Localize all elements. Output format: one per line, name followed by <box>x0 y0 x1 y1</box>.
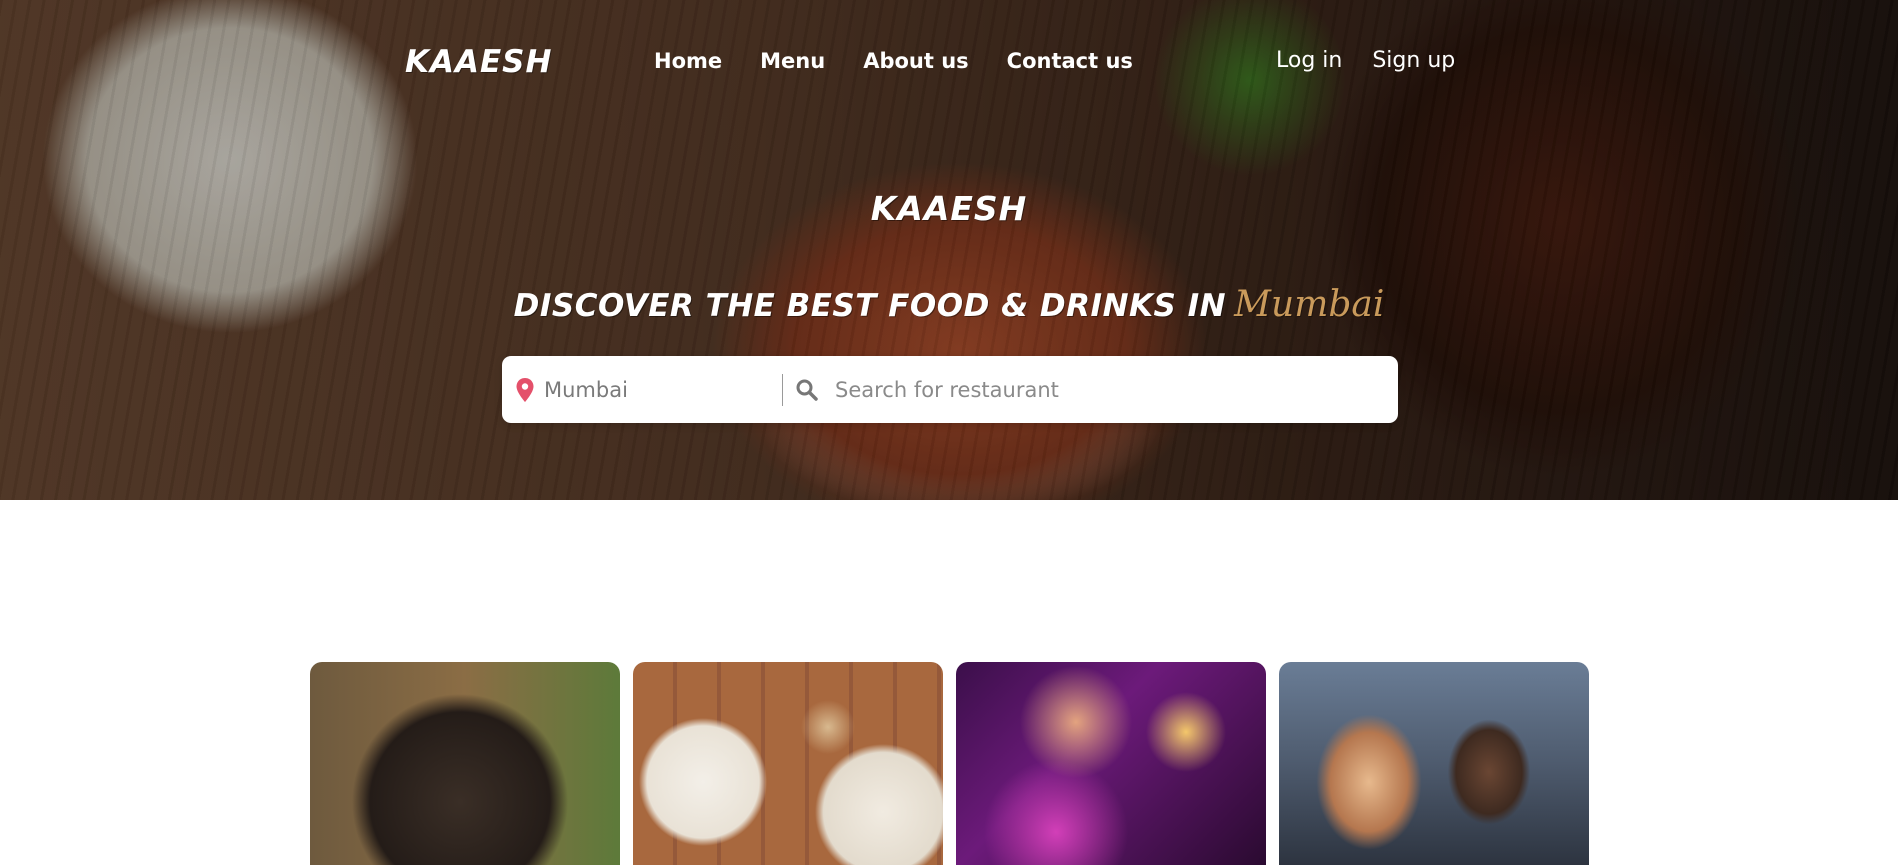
tagline-city: Mumbai <box>1234 284 1385 325</box>
hero-title: KAAESH <box>870 189 1028 228</box>
food-bowl-card[interactable] <box>310 662 620 865</box>
friends-toast-card[interactable] <box>1279 662 1589 865</box>
nav-home-link[interactable]: Home <box>654 45 722 77</box>
hero-banner: KAAESH Home Menu About us Contact us Log… <box>0 0 1898 500</box>
category-cards <box>310 662 1591 865</box>
nav-contact-link[interactable]: Contact us <box>1007 45 1133 77</box>
hero-content: KAAESH Home Menu About us Contact us Log… <box>0 0 1898 500</box>
nav-menu-link[interactable]: Menu <box>760 45 825 77</box>
auth-links: Log in Sign up <box>1276 45 1455 77</box>
search-bar: Mumbai <box>502 356 1398 423</box>
location-value: Mumbai <box>544 377 628 402</box>
hero-tagline: DISCOVER THE BEST FOOD & DRINKS IN Mumbai <box>0 280 1898 337</box>
search-icon[interactable] <box>795 378 819 402</box>
brand-logo[interactable]: KAAESH <box>405 40 551 84</box>
breakfast-card[interactable] <box>633 662 943 865</box>
tagline-text: DISCOVER THE BEST FOOD & DRINKS IN <box>513 288 1227 324</box>
main-nav: Home Menu About us Contact us <box>654 45 1133 77</box>
location-selector[interactable]: Mumbai <box>502 356 782 423</box>
login-link[interactable]: Log in <box>1276 45 1342 77</box>
nav-about-link[interactable]: About us <box>863 45 968 77</box>
search-input[interactable] <box>835 377 1375 402</box>
cocktail-card[interactable] <box>956 662 1266 865</box>
map-pin-icon <box>516 377 534 402</box>
signup-link[interactable]: Sign up <box>1372 45 1455 77</box>
restaurant-search <box>783 356 1398 423</box>
